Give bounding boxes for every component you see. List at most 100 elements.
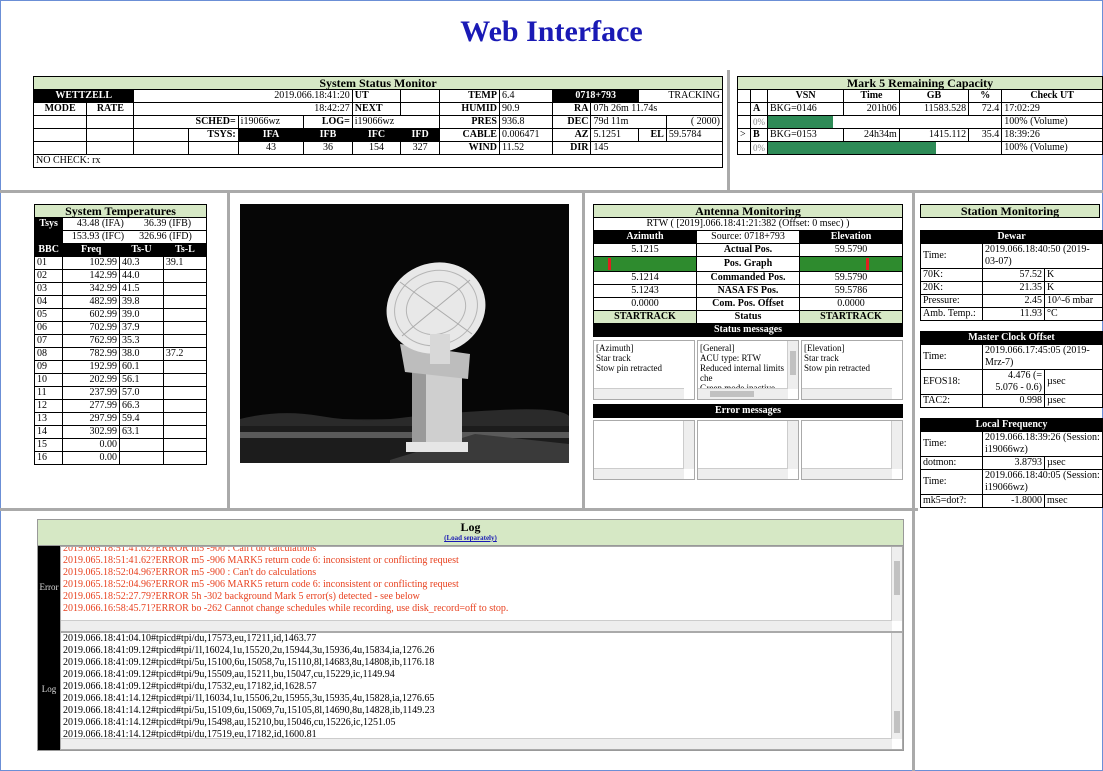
command-log-line: 2019.066.18:41:09.12#tpicd#tpi/du,17532,… [63, 681, 317, 692]
el-err-vscroll[interactable] [891, 421, 902, 469]
el-msg-hscroll[interactable] [802, 388, 892, 399]
row-divider-top [0, 190, 1103, 193]
gen-msg-line: ACU type: RTW [700, 353, 761, 363]
systemp-tsys-label: Tsys [33, 217, 64, 231]
error-log-line: 2019.065.18:51:41.62?ERROR m5 -906 MARK5… [63, 555, 459, 566]
systemp-ifb-label: (IFB) [168, 218, 192, 229]
az-err-hscroll[interactable] [594, 468, 684, 479]
actual-pos-label: Actual Pos. [696, 243, 800, 257]
bbc-tsl [162, 321, 208, 335]
ifc-label: IFC [351, 128, 402, 142]
dir-value: 145 [590, 141, 723, 155]
pres-label: PRES [439, 115, 500, 129]
bbc-tsu: 66.3 [118, 399, 164, 413]
bbc-row: 12 277.99 66.3 [33, 399, 208, 413]
elevation-errors-box[interactable] [801, 420, 903, 480]
gen-err-hscroll[interactable] [698, 468, 788, 479]
bank-b-capacity-bar [768, 142, 936, 154]
system-status-header: System Status Monitor [33, 76, 723, 90]
command-log-hscroll[interactable] [61, 738, 892, 749]
bbc-tsu [118, 438, 164, 452]
cmd-az: 5.1214 [593, 271, 697, 285]
command-log-vscroll[interactable] [891, 633, 902, 739]
gen-msg-hscroll[interactable] [698, 388, 788, 399]
bbc-freq: 142.99 [62, 269, 120, 283]
bbc-tsu [118, 451, 164, 465]
amb-temp: 11.93 [982, 307, 1045, 321]
error-log-box[interactable]: 2019.065.18:51:41.62?ERROR m5 -900 : Can… [60, 546, 903, 632]
bbc-row: 10 202.99 56.1 [33, 373, 208, 387]
azimuth-messages-box[interactable]: [Azimuth] Star track Stow pin retracted [593, 340, 695, 400]
az-msg-line: Star track [596, 353, 631, 363]
bbc-tsu: 57.0 [118, 386, 164, 400]
el-msg-line: Star track [804, 353, 839, 363]
bank-b-vsn: BKG=0153 [766, 128, 845, 142]
elevation-messages-box[interactable]: [Elevation] Star track Stow pin retracte… [801, 340, 903, 400]
el-err-hscroll[interactable] [802, 468, 892, 479]
bbc-tsl [162, 269, 208, 283]
log-label: LOG= [303, 115, 353, 129]
command-log-line: 2019.066.18:41:09.12#tpicd#tpi/9u,15509,… [63, 669, 395, 680]
dewar-20k-label: 20K: [920, 281, 983, 295]
systemp-ifa-value: 43.48 [76, 218, 100, 229]
log-section-label: Log [41, 684, 57, 694]
general-errors-box[interactable] [697, 420, 799, 480]
dewar-70k: 57.52 [982, 268, 1045, 282]
bbc-number: 03 [33, 282, 64, 296]
mark5-col-vsn: VSN [766, 89, 845, 103]
wind-label: WIND [439, 141, 500, 155]
bbc-row: 06 702.99 37.9 [33, 321, 208, 335]
bank-b-check: 18:39:26 [1001, 128, 1103, 142]
dotmon-value: 3.8793 [982, 456, 1045, 470]
col-divider-top [727, 70, 730, 190]
no-check-text: NO CHECK: rx [33, 154, 723, 168]
bbc-freq: 297.99 [62, 412, 120, 426]
bbc-row: 02 142.99 44.0 [33, 269, 208, 283]
col-divider-3 [912, 193, 915, 771]
bbc-row: 13 297.99 59.4 [33, 412, 208, 426]
dewar-header: Dewar [920, 230, 1103, 244]
log-value: i19066wz [351, 115, 441, 129]
error-log-vscroll[interactable] [891, 547, 902, 621]
error-log-line: 2019.065.18:52:04.96?ERROR m5 -906 MARK5… [63, 579, 459, 590]
bbc-freq: 202.99 [62, 373, 120, 387]
load-separately-link[interactable]: (Load separately) [38, 534, 903, 542]
bank-a-fill-label: 0% [750, 115, 768, 129]
bank-b-time: 24h34m [843, 128, 900, 142]
tsys-label: TSYS: [188, 128, 239, 142]
dir-label: DIR [551, 141, 592, 155]
az-err-vscroll[interactable] [683, 421, 694, 469]
command-log-line: 2019.066.18:41:14.12#tpicd#tpi/1l,16034,… [63, 693, 435, 704]
mark5-col-check: Check UT [1001, 89, 1103, 103]
bbc-freq: 0.00 [62, 451, 120, 465]
lo-time-2: 2019.066.18:40:05 (Session: i19066wz) [982, 469, 1103, 495]
command-log-box[interactable]: 2019.066.18:41:04.10#tpicd#tpi/du,17573,… [60, 632, 903, 750]
systemp-col-bbc: BBC [33, 243, 64, 257]
mode-label: MODE [32, 102, 88, 116]
bbc-tsl [162, 399, 208, 413]
gen-err-vscroll[interactable] [787, 421, 798, 469]
dotmon-unit: µsec [1044, 456, 1103, 470]
azimuth-errors-box[interactable] [593, 420, 695, 480]
bbc-number: 08 [33, 347, 64, 361]
systemp-ifa-label: (IFA) [101, 218, 124, 229]
systemp-ifc-value: 153.93 [71, 231, 100, 242]
bbc-number: 07 [33, 334, 64, 348]
efos-unit: µsec [1044, 369, 1103, 395]
az-msg-hscroll[interactable] [594, 388, 684, 399]
mark5-col-time: Time [843, 89, 900, 103]
error-log-hscroll[interactable] [61, 620, 892, 631]
mk5dot-value: -1.8000 [982, 494, 1045, 508]
dewar-pressure: 2.45 [982, 294, 1045, 308]
cable-value: 0.006471 [498, 128, 553, 142]
el-pos-marker [866, 258, 869, 270]
bbc-number: 16 [33, 451, 64, 465]
station-name: WETTZELL [32, 89, 135, 103]
dewar-70k-label: 70K: [920, 268, 983, 282]
general-messages-box[interactable]: [General] ACU type: RTW Reduced internal… [697, 340, 799, 400]
gen-msg-vscroll[interactable] [787, 341, 798, 389]
dewar-pressure-label: Pressure: [920, 294, 983, 308]
command-log-line: 2019.066.18:41:09.12#tpicd#tpi/5u,15100,… [63, 657, 435, 668]
bbc-number: 14 [33, 425, 64, 439]
current-source: 0718+793 [551, 89, 640, 103]
